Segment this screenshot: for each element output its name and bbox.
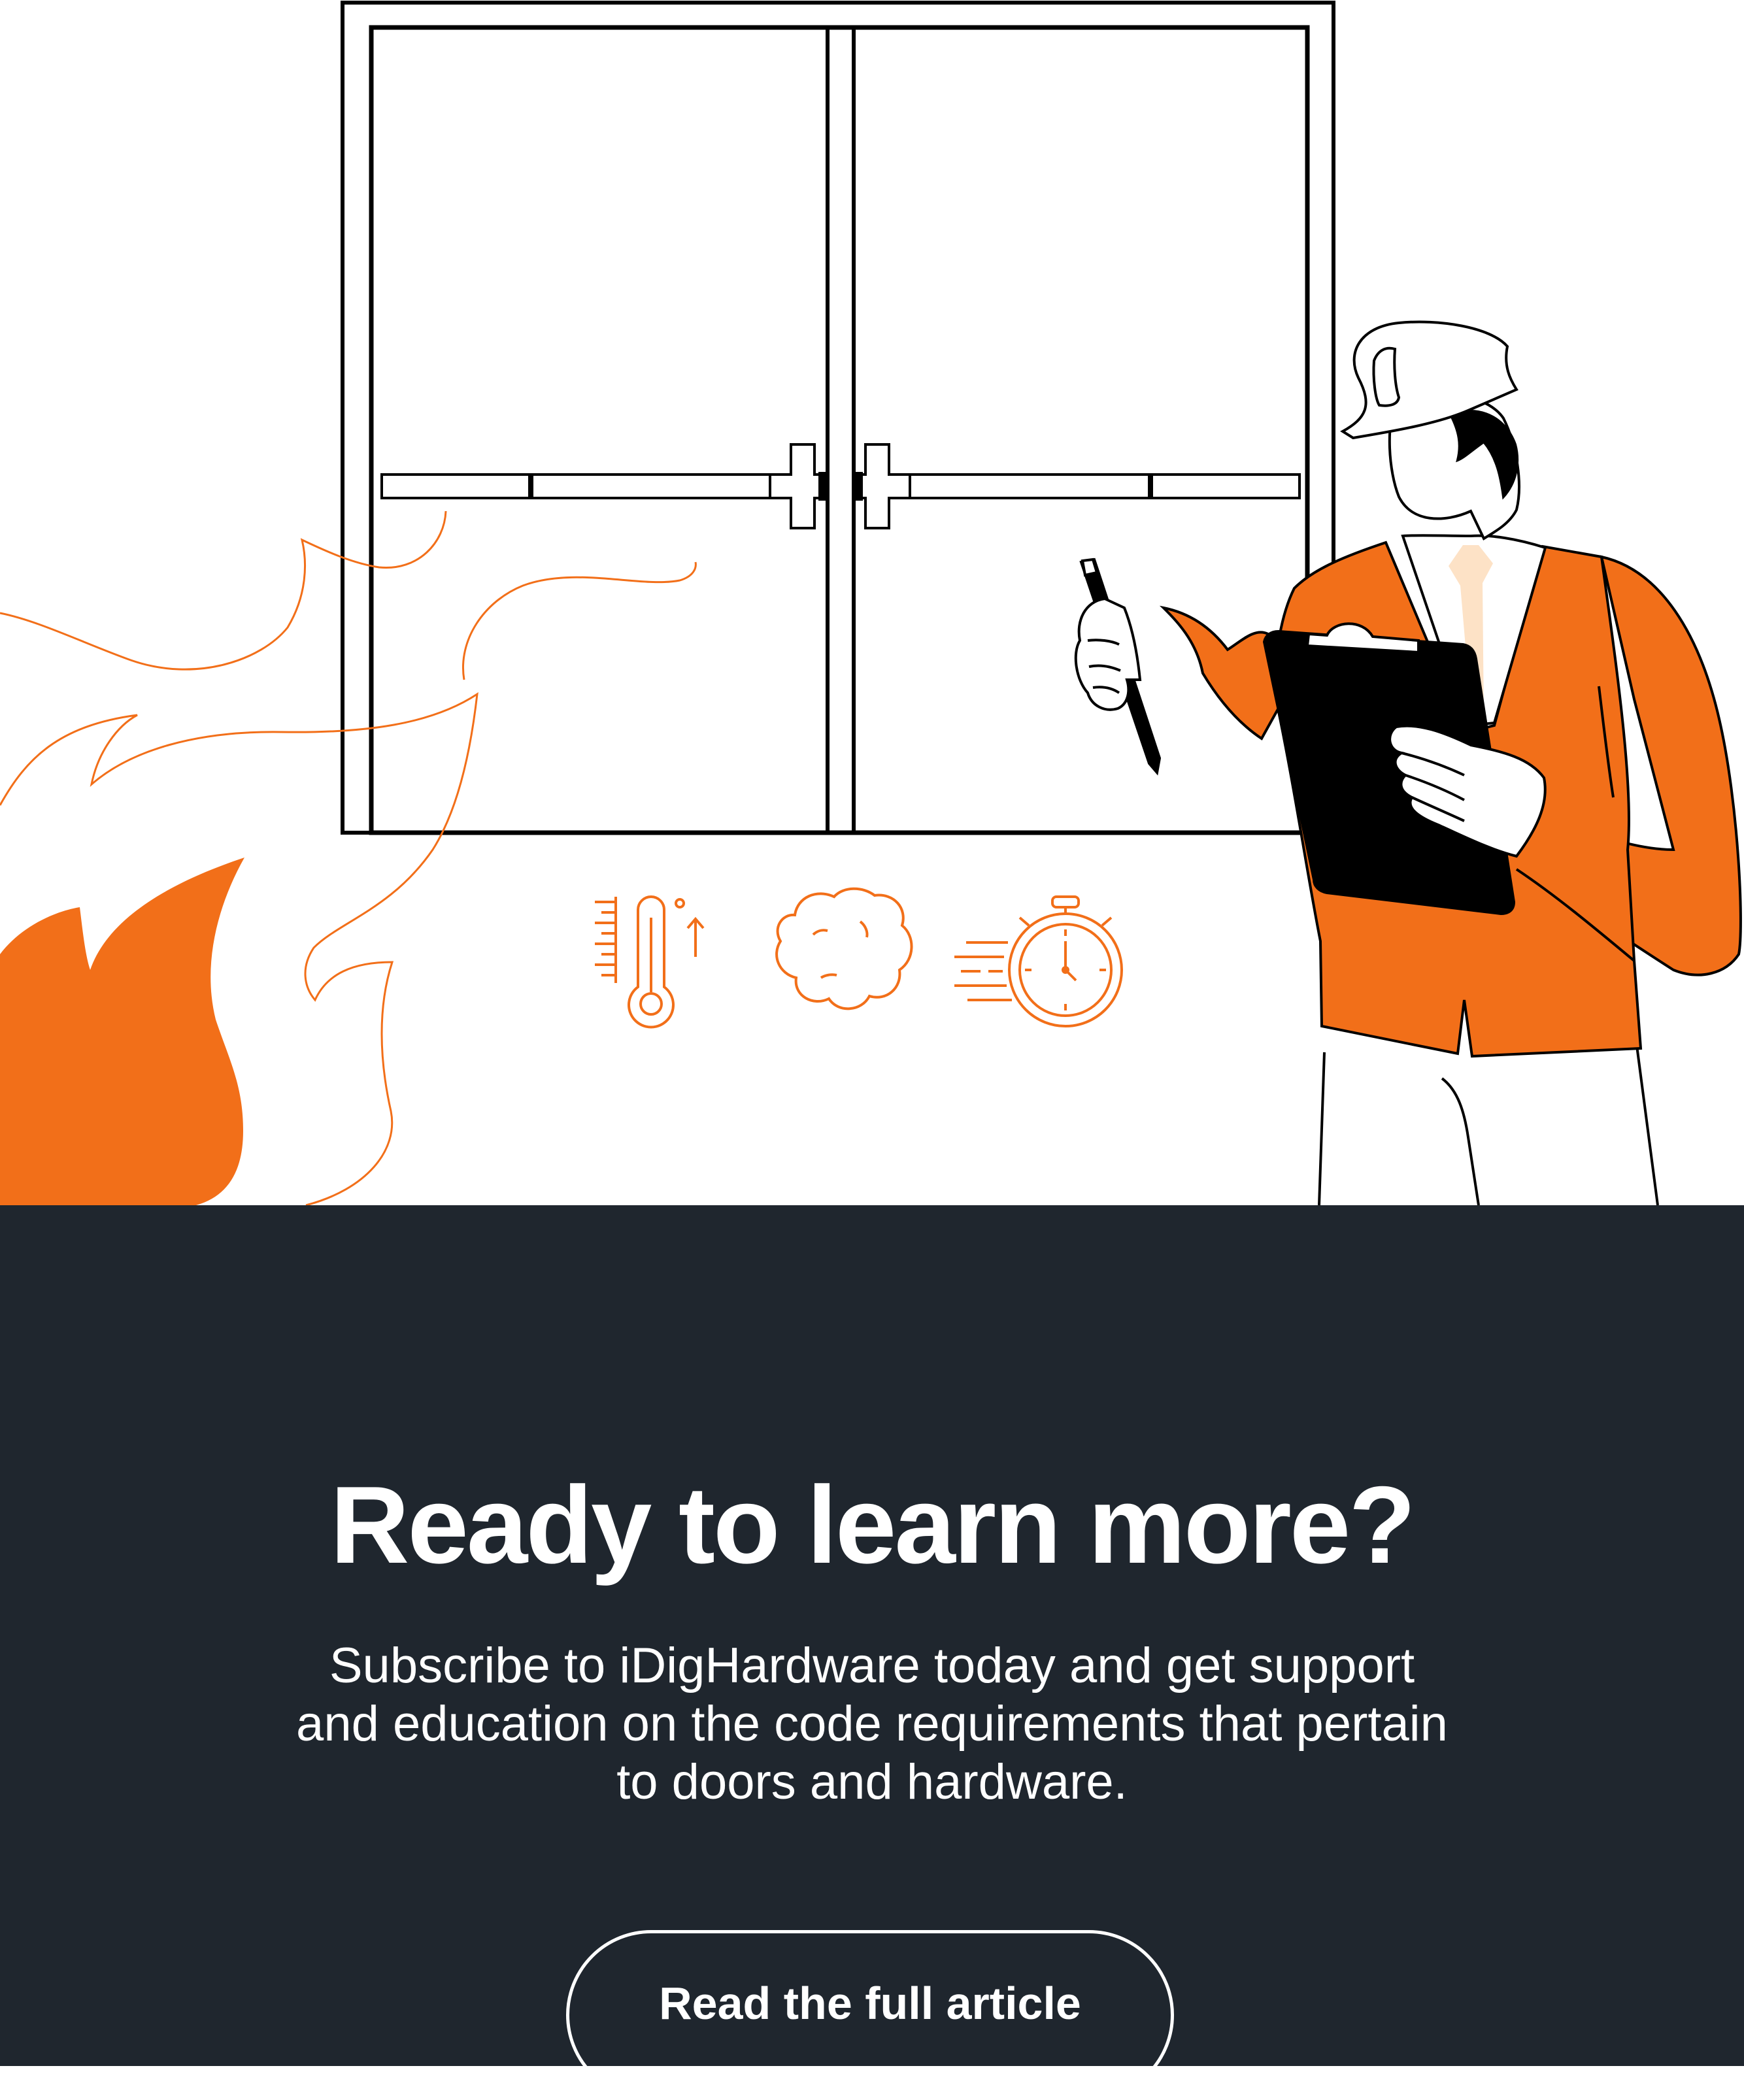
- smoke-icon: [775, 887, 913, 1010]
- stopwatch-icon: [954, 895, 1123, 1027]
- cta-title: Ready to learn more?: [330, 1463, 1416, 1586]
- hero-illustration: [0, 0, 1744, 1205]
- inspector-icon: [1074, 320, 1742, 1205]
- door-icon: [341, 1, 1335, 835]
- read-article-button-label: Read the full article: [659, 1978, 1081, 2029]
- read-article-button[interactable]: Read the full article: [566, 1930, 1174, 2100]
- flame-icon: [0, 510, 697, 1205]
- cta-description: Subscribe to iDigHardware today and get …: [296, 1638, 1448, 1810]
- cta-panel: Ready to learn more? Subscribe to iDigHa…: [0, 1205, 1744, 2100]
- thermometer-icon: [595, 895, 705, 1029]
